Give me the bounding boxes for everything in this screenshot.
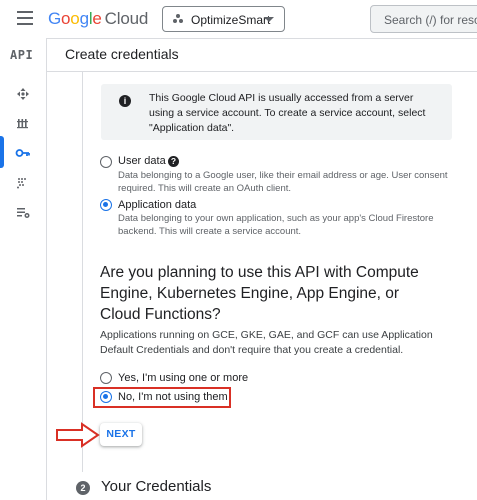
application-data-label[interactable]: Application data	[118, 199, 196, 211]
compute-question-heading: Are you planning to use this API with Co…	[100, 264, 419, 323]
consent-screen-icon[interactable]	[12, 172, 34, 194]
logo-letter: o	[70, 9, 80, 28]
logo-letter: o	[61, 9, 71, 28]
logo-letter: g	[79, 9, 89, 28]
info-text: This Google Cloud API is usually accesse…	[149, 92, 426, 134]
logo-google: Google	[48, 9, 102, 28]
settings-list-icon[interactable]	[12, 201, 34, 223]
page-header: Create credentials	[47, 38, 477, 72]
application-data-description: Data belonging to your own application, …	[118, 213, 434, 237]
yes-using-radio[interactable]	[100, 372, 112, 384]
project-name: OptimizeSmart	[191, 13, 271, 27]
user-data-label[interactable]: User data	[118, 155, 166, 167]
user-data-description: Data belonging to a Google user, like th…	[118, 170, 448, 194]
info-icon: i	[119, 95, 131, 107]
library-icon[interactable]	[12, 112, 34, 134]
google-cloud-logo[interactable]: Google Cloud	[48, 9, 148, 29]
top-bar: Google Cloud OptimizeSmart Search (/) for…	[0, 0, 477, 39]
info-box: i This Google Cloud API is usually acces…	[101, 84, 452, 140]
user-data-radio[interactable]	[100, 156, 112, 168]
project-selector[interactable]: OptimizeSmart	[162, 6, 285, 32]
menu-icon[interactable]	[17, 11, 33, 25]
step-title: Your Credentials	[101, 478, 212, 495]
project-icon	[173, 14, 183, 24]
search-placeholder: Search (/) for resou	[384, 13, 477, 27]
left-nav-rail: API	[0, 38, 47, 500]
next-button[interactable]: NEXT	[100, 423, 142, 446]
step-number: 2	[76, 481, 90, 495]
search-input[interactable]: Search (/) for resou	[370, 5, 477, 33]
yes-using-label[interactable]: Yes, I'm using one or more	[118, 372, 248, 384]
no-not-using-label[interactable]: No, I'm not using them	[118, 391, 228, 403]
compute-question-description: Applications running on GCE, GKE, GAE, a…	[100, 329, 433, 356]
no-not-using-radio[interactable]	[100, 391, 112, 403]
logo-cloud: Cloud	[104, 9, 149, 28]
red-arrow-icon	[56, 422, 100, 448]
page-title: Create credentials	[65, 46, 179, 62]
help-icon[interactable]: ?	[168, 156, 179, 167]
logo-letter: G	[48, 9, 62, 28]
stepper-line	[82, 72, 83, 472]
dropdown-caret-icon	[264, 17, 274, 22]
api-label: API	[10, 48, 34, 62]
logo-letter: e	[92, 9, 102, 28]
key-icon[interactable]	[0, 136, 34, 168]
dashboard-icon[interactable]	[12, 83, 34, 105]
application-data-radio[interactable]	[100, 199, 112, 211]
